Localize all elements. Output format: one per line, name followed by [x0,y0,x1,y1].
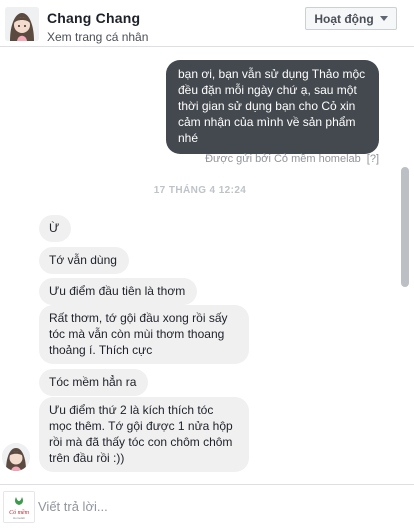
sender-avatar[interactable] [2,443,30,471]
chevron-down-icon [379,16,388,21]
sent-by-text: Được gửi bởi Cỏ mềm homelab [205,153,361,165]
scrollbar-thumb[interactable] [401,167,409,287]
page-logo: Cỏ mềm Homelab [3,491,35,523]
page-logo-subtext: Homelab [13,516,25,520]
actions-label: Hoạt động [314,11,374,26]
reply-input[interactable] [38,495,378,517]
received-message: Ưu điểm thứ 2 là kích thích tóc mọc thêm… [39,397,249,472]
conversation-header: Chang Chang Xem trang cá nhân Hoạt động [0,0,414,47]
contact-name[interactable]: Chang Chang [47,10,140,26]
page-logo-text: Cỏ mềm [9,509,29,516]
received-message: Ưu điểm đầu tiên là thơm [39,278,198,305]
timestamp: 17 THÁNG 4 12:24 [153,185,247,196]
help-link[interactable]: [?] [367,153,379,165]
reply-composer: Cỏ mềm Homelab [0,484,414,529]
contact-avatar[interactable] [5,7,39,41]
received-message: Tớ vẫn dùng [39,247,129,274]
actions-dropdown-button[interactable]: Hoạt động [305,7,397,30]
sent-by-label: Được gửi bởi Cỏ mềm homelab [?] [166,153,379,165]
received-message: Tóc mềm hẳn ra [39,369,149,396]
view-profile-link[interactable]: Xem trang cá nhân [47,30,148,44]
sent-message: bạn ơi, bạn vẫn sử dụng Thảo mộc đều đặn… [166,60,379,154]
received-message: Rất thơm, tớ gội đầu xong rồi sấy tóc mà… [39,305,249,364]
scrollbar[interactable] [401,47,413,484]
received-message: Ừ [39,215,72,242]
message-thread: bạn ơi, bạn vẫn sử dụng Thảo mộc đều đặn… [0,47,414,484]
